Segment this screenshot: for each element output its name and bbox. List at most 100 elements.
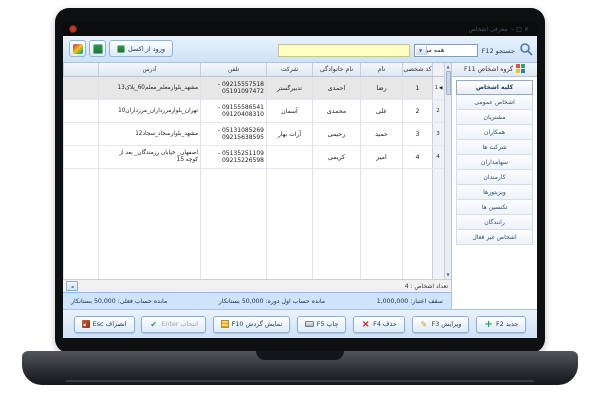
action-turnover-button[interactable]: نمایش گردش F10 bbox=[212, 315, 291, 333]
action-button-label: حذف F4 bbox=[373, 320, 397, 328]
cell-address: مشهد_بلوارمعلم_معلم60_پلاک13 bbox=[98, 77, 200, 99]
sidebar-item[interactable]: تکنسین ها bbox=[456, 200, 533, 215]
table-panel: کد شخصی نام نام خانوادگی شرکت تلفن آدرس … bbox=[63, 63, 451, 309]
cell-family: رحیمی bbox=[312, 123, 360, 145]
action-print-button[interactable]: چاپ F5 bbox=[296, 315, 347, 333]
balance-statusbar: سقف اعتبار: 1,000,000 مانده حساب اول دور… bbox=[63, 292, 451, 309]
table-row[interactable]: 4 4 امیر کریمی - 05135251109 09215226598 … bbox=[63, 146, 444, 169]
sidebar-item[interactable]: همکاران bbox=[456, 125, 533, 140]
credit-limit: سقف اعتبار: 1,000,000 bbox=[376, 297, 443, 305]
persons-grid: کد شخصی نام نام خانوادگی شرکت تلفن آدرس … bbox=[63, 63, 451, 279]
table-row[interactable]: 3 3 حمید رحیمی آرات بهار - 05131085269 09… bbox=[63, 123, 444, 146]
cell-phone: - 05135251109 09215226598 bbox=[200, 146, 266, 168]
vertical-scrollbar[interactable]: ▲ ▼ bbox=[444, 63, 451, 279]
sidebar-item[interactable]: اشخاص عمومی bbox=[456, 95, 533, 110]
action-cancel-button[interactable]: انصراف Esc bbox=[73, 315, 135, 333]
scrollbar-thumb[interactable] bbox=[445, 71, 451, 95]
table-body: ◀ 1 1 رضا احمدی تدبیرگستر - 09215557518 0… bbox=[63, 77, 444, 279]
cell-company: آرات بهار bbox=[266, 123, 312, 145]
sidebar-item[interactable]: کارمندان bbox=[456, 170, 533, 185]
row-selector-cell[interactable]: 2 bbox=[432, 100, 444, 122]
current-row-marker-icon: ◀ bbox=[439, 85, 443, 91]
cell-phone: - 05131085269 09215638595 bbox=[200, 123, 266, 145]
action-select-button[interactable]: انتخاب Enter bbox=[141, 315, 207, 333]
laptop-notch bbox=[256, 351, 344, 360]
col-header-code[interactable]: کد شخصی bbox=[402, 63, 432, 76]
format-color-button[interactable] bbox=[69, 40, 86, 57]
sidebar-item[interactable]: اشخاص غیر فعال bbox=[456, 230, 533, 245]
cell-code bbox=[402, 169, 432, 279]
table-row[interactable]: 2 2 علی محمدی آسمان - 09155586541 0912040… bbox=[63, 100, 444, 123]
sidebar-item-label: ویزیتورها bbox=[483, 188, 506, 196]
search-label: جستجو F12 bbox=[481, 46, 515, 55]
cell-phone bbox=[200, 169, 266, 279]
sidebar-item[interactable]: سهامداران bbox=[456, 155, 533, 170]
check-icon bbox=[149, 320, 158, 329]
cell-code: 4 bbox=[402, 146, 432, 168]
cell-filler bbox=[63, 123, 98, 145]
action-button-label: جدید F2 bbox=[496, 320, 519, 328]
row-selector-cell[interactable]: 4 bbox=[432, 146, 444, 168]
col-header-family[interactable]: نام خانوادگی bbox=[312, 63, 360, 76]
col-header-name[interactable]: نام bbox=[360, 63, 402, 76]
cell-filler bbox=[63, 146, 98, 168]
action-new-button[interactable]: جدید F2 bbox=[476, 315, 527, 333]
row-number: 4 bbox=[436, 153, 440, 160]
record-navigator-icon[interactable]: ◄ bbox=[66, 281, 78, 291]
row-number: 3 bbox=[436, 130, 440, 137]
sidebar-item[interactable]: شرکت ها bbox=[456, 140, 533, 155]
sidebar-item[interactable]: مشتریان bbox=[456, 110, 533, 125]
row-number: 2 bbox=[436, 107, 440, 114]
sidebar-header-label: گروه اشخاص F11 bbox=[463, 66, 514, 73]
row-selector-header bbox=[432, 63, 444, 76]
scroll-down-icon[interactable]: ▼ bbox=[446, 271, 449, 279]
paint-icon bbox=[72, 43, 83, 54]
sidebar-item[interactable]: کلیه اشخاص bbox=[456, 80, 533, 95]
sidebar-item-label: تکنسین ها bbox=[481, 203, 508, 211]
row-selector-cell[interactable]: ◀ 1 bbox=[432, 77, 444, 99]
col-header-company[interactable]: شرکت bbox=[266, 63, 312, 76]
row-selector-cell[interactable]: 3 bbox=[432, 123, 444, 145]
action-button-label: انتخاب Enter bbox=[161, 320, 199, 328]
action-buttonbar: انصراف Esc انتخاب Enter نمایش گردش F10 چ… bbox=[63, 309, 537, 338]
close-window-dot[interactable] bbox=[69, 25, 77, 33]
row-number: 1 bbox=[434, 84, 439, 91]
cell-company bbox=[266, 146, 312, 168]
current-balance: مانده حساب فعلی: 50,000 بستانکار bbox=[71, 297, 168, 305]
toolbar: ورود از اکسل جستجو F12 همه موارد ▼ bbox=[63, 36, 537, 63]
cell-code: 1 bbox=[402, 77, 432, 99]
table-row[interactable]: ◀ 1 1 رضا احمدی تدبیرگستر - 09215557518 0… bbox=[63, 77, 444, 100]
row-selector-cell[interactable] bbox=[432, 169, 444, 279]
cell-filler bbox=[63, 100, 98, 122]
cell-family: کریمی bbox=[312, 146, 360, 168]
search-scope-dropdown[interactable]: همه موارد ▼ bbox=[413, 44, 478, 57]
window-controls[interactable]: –□× bbox=[511, 26, 531, 33]
action-edit-button[interactable]: ویرایش F3 bbox=[411, 315, 470, 333]
search-input[interactable] bbox=[277, 44, 410, 57]
opening-balance: مانده حساب اول دوره: 50,000 بستانکار bbox=[218, 297, 326, 305]
scroll-up-icon[interactable]: ▲ bbox=[446, 63, 449, 71]
col-header-address[interactable]: آدرس bbox=[98, 63, 200, 76]
cell-family bbox=[312, 169, 360, 279]
action-delete-button[interactable]: حذف F4 bbox=[353, 315, 405, 333]
cell-name: علی bbox=[360, 100, 402, 122]
cell-filler bbox=[63, 77, 98, 99]
action-button-label: چاپ F5 bbox=[316, 320, 339, 328]
col-header-phone[interactable]: تلفن bbox=[200, 63, 266, 76]
cell-address: مشهد_بلوارسجاد_سجاد12 bbox=[98, 123, 200, 145]
sidebar-item-label: رانندگان bbox=[484, 218, 505, 226]
chevron-down-icon: ▼ bbox=[415, 46, 427, 55]
action-button-label: نمایش گردش F10 bbox=[231, 320, 283, 328]
import-excel-button[interactable]: ورود از اکسل bbox=[109, 40, 174, 57]
excel-icon bbox=[92, 43, 103, 54]
export-excel-button[interactable] bbox=[89, 40, 106, 57]
cell-family: احمدی bbox=[312, 77, 360, 99]
cell-phone: - 09155586541 09120408310 bbox=[200, 100, 266, 122]
cell-code: 2 bbox=[402, 100, 432, 122]
cell-address: تهران_بلوارمرزداران_مرزداران10 bbox=[98, 100, 200, 122]
cell-name: امیر bbox=[360, 146, 402, 168]
sidebar-item[interactable]: ویزیتورها bbox=[456, 185, 533, 200]
import-excel-label: ورود از اکسل bbox=[128, 44, 166, 53]
count-strip: ◄ تعداد اشخاص : 4 bbox=[63, 279, 451, 292]
sidebar-item[interactable]: رانندگان bbox=[456, 215, 533, 230]
